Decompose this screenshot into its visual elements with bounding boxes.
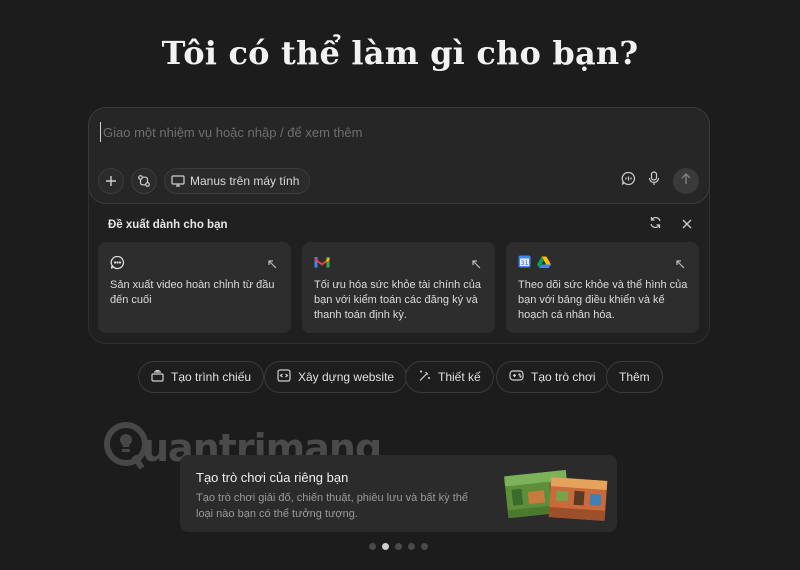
chip-label: Thêm xyxy=(619,370,650,384)
manus-home: Tôi có thể làm gì cho bạn? Manus trê xyxy=(0,0,800,570)
gmail-icon xyxy=(314,255,330,273)
expand-arrow-icon xyxy=(472,256,481,274)
send-arrow-icon xyxy=(681,172,691,190)
code-window-icon xyxy=(277,369,291,385)
send-button[interactable] xyxy=(673,168,699,194)
task-input[interactable] xyxy=(100,122,660,142)
prompt-composer: Manus trên máy tính xyxy=(88,107,710,204)
chip-slides[interactable]: Tạo trình chiếu xyxy=(138,361,265,393)
chip-label: Xây dựng website xyxy=(298,370,395,384)
chip-website[interactable]: Xây dựng website xyxy=(264,361,408,393)
chip-more[interactable]: Thêm xyxy=(606,361,663,393)
connectors-button[interactable] xyxy=(131,168,157,194)
game-preview-image xyxy=(504,469,608,521)
connectors-icon xyxy=(137,174,151,188)
voice-chat-button[interactable] xyxy=(615,168,641,194)
calendar-icon: 31 xyxy=(518,255,531,273)
google-drive-icon xyxy=(537,255,551,273)
expand-arrow-icon xyxy=(676,256,685,274)
monitor-icon xyxy=(171,175,185,187)
microphone-button[interactable] xyxy=(641,168,667,194)
suggestions-panel: Đề xuất dành cho bạn Sản xuất video hoàn… xyxy=(88,190,710,344)
microphone-icon xyxy=(648,171,660,191)
plus-icon xyxy=(105,175,117,187)
voice-chat-icon xyxy=(621,171,636,191)
suggestion-card[interactable]: 31 Theo dõi sức khỏe và thể hình của bạn… xyxy=(506,242,699,333)
close-suggestions-button[interactable] xyxy=(679,217,695,233)
close-icon xyxy=(682,216,692,234)
chip-design[interactable]: Thiết kế xyxy=(405,361,494,393)
suggestion-text: Theo dõi sức khỏe và thể hình của bạn vớ… xyxy=(518,279,688,321)
chip-label: Thiết kế xyxy=(438,370,481,384)
page-headline: Tôi có thể làm gì cho bạn? xyxy=(161,34,639,72)
refresh-suggestions-button[interactable] xyxy=(647,216,663,234)
banner-description: Tạo trò chơi giải đố, chiến thuật, phiêu… xyxy=(196,492,469,520)
gamepad-icon xyxy=(509,370,524,384)
add-attachment-button[interactable] xyxy=(98,168,124,194)
carousel-dot[interactable] xyxy=(408,543,415,550)
carousel-dot[interactable] xyxy=(421,543,428,550)
carousel-indicator xyxy=(369,543,428,550)
suggestion-card[interactable]: Sản xuất video hoàn chỉnh từ đầu đến cuố… xyxy=(98,242,291,333)
promo-banner[interactable]: Tạo trò chơi của riêng bạn Tạo trò chơi … xyxy=(180,455,617,532)
chip-label: Tạo trò chơi xyxy=(531,370,596,384)
banner-title: Tạo trò chơi của riêng bạn xyxy=(196,470,349,485)
suggestions-title: Đề xuất dành cho bạn xyxy=(108,219,228,231)
carousel-dot[interactable] xyxy=(369,543,376,550)
manus-computer-button[interactable]: Manus trên máy tính xyxy=(164,168,311,194)
suggestion-card[interactable]: Tối ưu hóa sức khỏe tài chính của bạn vớ… xyxy=(302,242,495,333)
suggestion-text: Tối ưu hóa sức khỏe tài chính của bạn vớ… xyxy=(314,279,481,321)
carousel-dot-active[interactable] xyxy=(382,543,389,550)
expand-arrow-icon xyxy=(268,256,277,274)
manus-computer-label: Manus trên máy tính xyxy=(190,174,300,188)
magic-wand-icon xyxy=(418,369,431,385)
svg-text:31: 31 xyxy=(520,259,528,267)
chip-game[interactable]: Tạo trò chơi xyxy=(496,361,609,393)
chip-label: Tạo trình chiếu xyxy=(171,370,252,384)
refresh-icon xyxy=(649,216,662,234)
carousel-dot[interactable] xyxy=(395,543,402,550)
suggestion-text: Sản xuất video hoàn chỉnh từ đầu đến cuố… xyxy=(110,279,275,306)
chat-bubble-icon xyxy=(110,255,125,275)
slides-icon xyxy=(151,369,164,385)
